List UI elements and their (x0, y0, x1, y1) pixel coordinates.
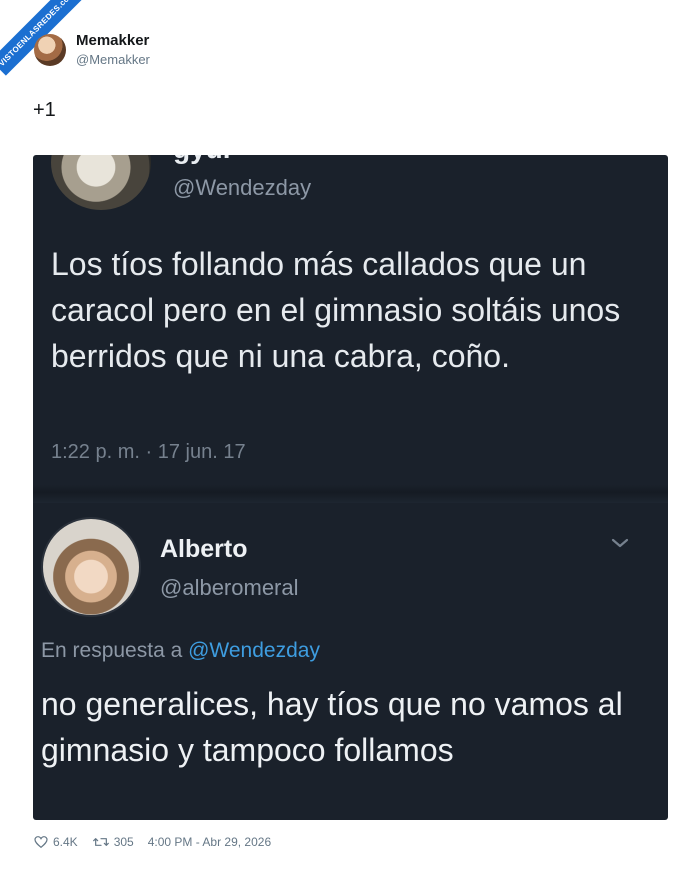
reply-avatar (41, 517, 141, 617)
heart-icon (34, 836, 48, 849)
quoted-tweet-text: Los tíos follando más callados que un ca… (51, 246, 621, 374)
divider (33, 485, 668, 503)
author-handle[interactable]: @Memakker (76, 52, 150, 67)
tweet-text: +1 (33, 99, 56, 121)
chevron-down-icon (611, 538, 629, 548)
retweet-icon (92, 838, 109, 846)
quoted-handle: @Wendezday (173, 175, 312, 200)
reply-prefix: En respuesta a (41, 639, 183, 662)
reply-context: En respuesta a @Wendezday (41, 639, 320, 663)
retweet-count: 305 (113, 835, 134, 849)
retweet-stat[interactable]: 305 (92, 834, 134, 850)
tweet-card: VISTOENLASREDES.com Memakker @Memakker +… (0, 0, 700, 875)
tweet-meta: 6.4K 305 4:00 PM - Abr 29, 2026 (33, 834, 285, 850)
reply-mention: @Wendezday (188, 639, 320, 662)
like-stat[interactable]: 6.4K (33, 834, 78, 850)
quoted-avatar (51, 155, 151, 210)
reply-name: Alberto (160, 535, 248, 563)
author-avatar[interactable] (34, 34, 66, 66)
reply-handle: @alberomeral (160, 575, 299, 600)
author-name[interactable]: Memakker (76, 32, 149, 49)
tweet-timestamp[interactable]: 4:00 PM - Abr 29, 2026 (148, 835, 271, 849)
embedded-screenshot[interactable]: gyur @Wendezday Los tíos follando más ca… (33, 155, 668, 820)
quoted-name: gyur (173, 155, 234, 165)
quoted-timestamp: 1:22 p. m. · 17 jun. 17 (51, 441, 246, 463)
like-count: 6.4K (53, 835, 78, 849)
reply-tweet-text: no generalices, hay tíos que no vamos al… (41, 686, 623, 768)
